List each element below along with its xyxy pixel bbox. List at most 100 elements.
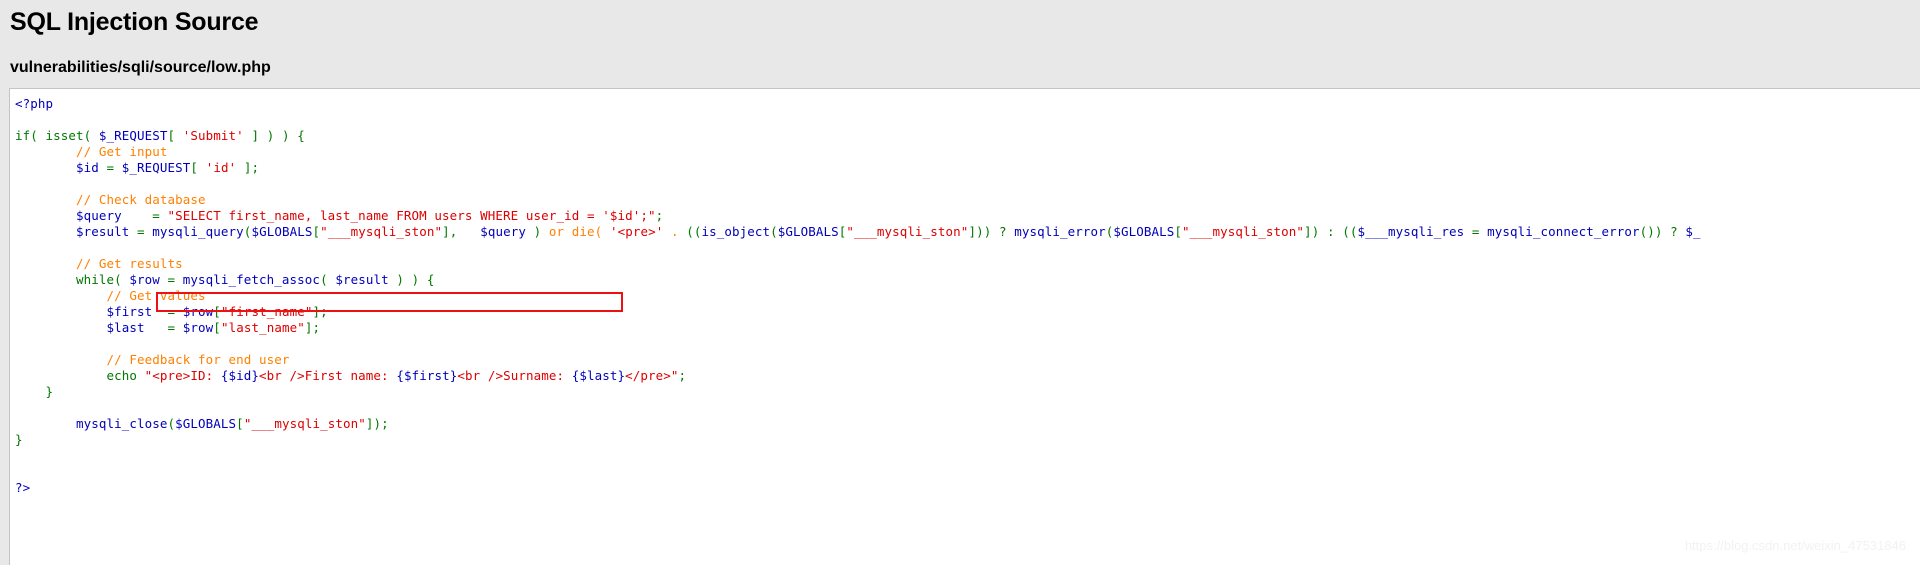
code-token: $row <box>182 304 214 319</box>
code-token: [ <box>312 224 321 239</box>
code-token: 'id' <box>205 160 237 175</box>
code-token: mysqli_query <box>152 224 244 239</box>
code-token: while( <box>15 272 130 287</box>
code-token: </pre>" <box>625 368 679 383</box>
code-token: $query <box>15 208 122 223</box>
code-line: mysqli_close($GLOBALS["___mysqli_ston"])… <box>15 416 1920 432</box>
source-code-block: <?php if( isset( $_REQUEST[ 'Submit' ] )… <box>10 89 1920 496</box>
code-token: // Check database <box>15 192 206 207</box>
code-token: ) : (( <box>1311 224 1358 239</box>
source-file-path: vulnerabilities/sqli/source/low.php <box>10 59 271 76</box>
code-token: ; <box>678 368 687 383</box>
code-token: ?> <box>15 480 31 495</box>
code-token: ( <box>167 416 176 431</box>
code-line: if( isset( $_REQUEST[ 'Submit' ] ) ) { <box>15 128 1920 144</box>
code-token: ( <box>320 272 336 287</box>
code-token: mysqli_error <box>1014 224 1106 239</box>
code-token: ] <box>312 304 321 319</box>
code-line: ?> <box>15 480 1920 496</box>
code-token: $_REQUEST <box>98 128 168 143</box>
source-code-panel[interactable]: <?php if( isset( $_REQUEST[ 'Submit' ] )… <box>9 88 1920 569</box>
code-line: // Get values <box>15 288 1920 304</box>
code-token: "___mysqli_ston" <box>846 224 969 239</box>
code-token: is_object <box>701 224 771 239</box>
code-token: $_ <box>1685 224 1701 239</box>
code-line: $id = $_REQUEST[ 'id' ]; <box>15 160 1920 176</box>
code-token: echo <box>15 368 145 383</box>
code-line: } <box>15 432 1920 448</box>
code-token: {$id} <box>220 368 260 383</box>
code-token: [ <box>213 320 221 335</box>
code-token: ) ) { <box>259 128 305 143</box>
code-line: // Feedback for end user <box>15 352 1920 368</box>
code-line: // Check database <box>15 192 1920 208</box>
code-token: $query <box>480 224 527 239</box>
code-token: ; <box>655 208 664 223</box>
page-header: SQL Injection Source vulnerabilities/sql… <box>0 0 1920 78</box>
code-token: ()) ? <box>1639 224 1686 239</box>
code-line: <?php <box>15 96 1920 112</box>
code-token: "___mysqli_ston" <box>320 224 443 239</box>
code-token: [ <box>213 304 221 319</box>
code-token: $row <box>129 272 160 287</box>
code-token: 'Submit' <box>182 128 244 143</box>
code-token: {$first} <box>396 368 458 383</box>
code-token: ; <box>251 160 260 175</box>
code-token: '<pre>' <box>609 224 664 239</box>
code-token: $GLOBALS <box>1113 224 1175 239</box>
code-token: $GLOBALS <box>175 416 237 431</box>
code-token: ); <box>373 416 389 431</box>
code-line: // Get results <box>15 256 1920 272</box>
code-token: ; <box>312 320 321 335</box>
code-token: $GLOBALS <box>777 224 839 239</box>
code-token: <br />Surname: <box>457 368 572 383</box>
code-line: } <box>15 384 1920 400</box>
code-token: ) ) { <box>388 272 435 287</box>
code-token: = <box>121 208 168 223</box>
code-token: } <box>15 432 23 447</box>
code-token: {$last} <box>571 368 626 383</box>
code-token: $___mysqli_res <box>1357 224 1465 239</box>
code-token: // Feedback for end user <box>15 352 290 367</box>
code-token: ) <box>526 224 549 239</box>
code-token: $id <box>15 160 99 175</box>
code-line: $result = mysqli_query($GLOBALS["___mysq… <box>15 224 1920 240</box>
code-token: = <box>98 160 122 175</box>
code-token: $result <box>15 224 130 239</box>
code-line: $last = $row["last_name"]; <box>15 320 1920 336</box>
blog-watermark: https://blog.csdn.net/weixin_47531846 <box>1684 538 1906 553</box>
page-title: SQL Injection Source <box>10 8 259 36</box>
code-token: if( isset( <box>15 128 99 143</box>
code-token: // Get results <box>15 256 183 271</box>
code-token: [ <box>167 128 183 143</box>
code-token: mysqli_fetch_assoc <box>182 272 321 287</box>
code-token: ( <box>770 224 778 239</box>
code-line: // Get input <box>15 144 1920 160</box>
code-token: (( <box>686 224 702 239</box>
code-token: $last <box>15 320 145 335</box>
code-token: ] <box>243 128 260 143</box>
code-token: = <box>144 320 183 335</box>
code-token: // Get input <box>15 144 168 159</box>
code-token: , <box>449 224 481 239</box>
left-gutter <box>0 88 9 569</box>
code-token: $result <box>335 272 389 287</box>
code-token: ; <box>320 304 328 319</box>
code-token: } <box>15 384 54 399</box>
code-token: = <box>152 304 183 319</box>
code-token: $first <box>15 304 153 319</box>
code-token: "last_name" <box>220 320 305 335</box>
code-token: "___mysqli_ston" <box>1182 224 1305 239</box>
code-token: "first_name" <box>220 304 313 319</box>
code-line: while( $row = mysqli_fetch_assoc( $resul… <box>15 272 1920 288</box>
code-token: // Get values <box>15 288 206 303</box>
code-token: [ <box>190 160 206 175</box>
code-token: mysqli_connect_error <box>1487 224 1640 239</box>
